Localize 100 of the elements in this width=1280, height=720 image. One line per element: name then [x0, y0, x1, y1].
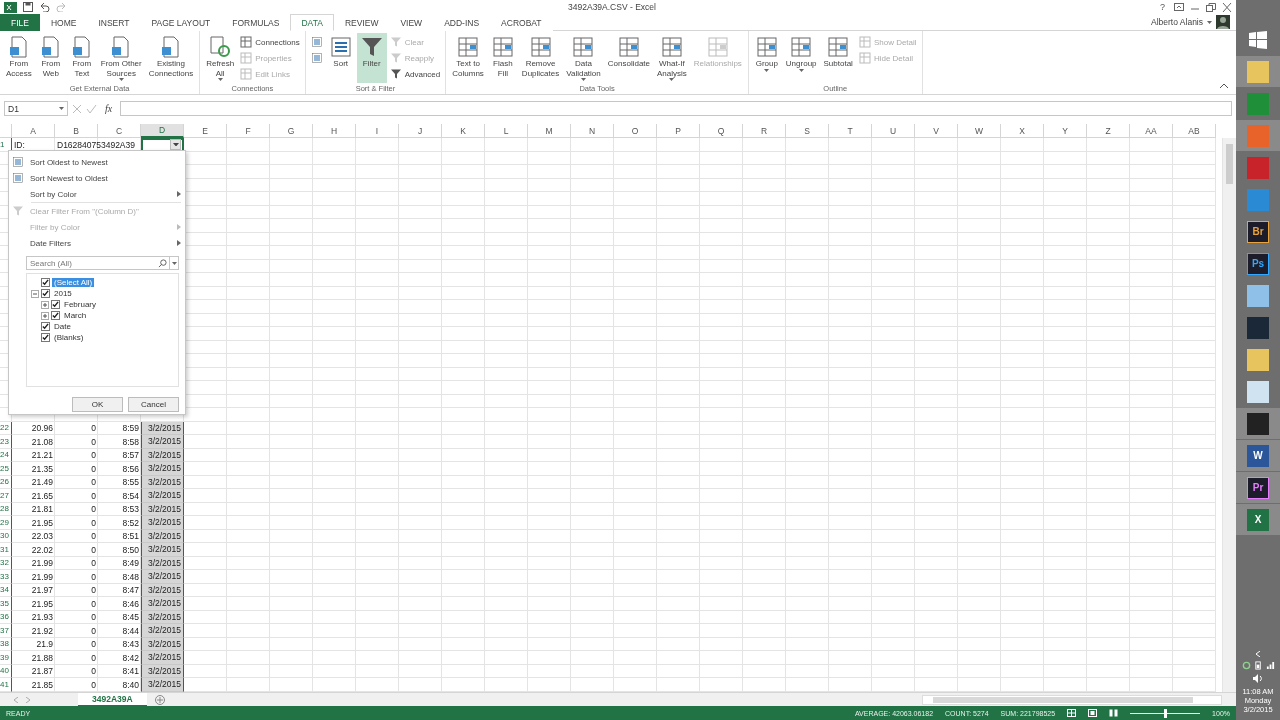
column-header[interactable]: I — [356, 124, 399, 138]
ribbon-button[interactable]: Flash Fill — [487, 33, 518, 83]
row-header[interactable]: 24 — [0, 448, 12, 462]
scrollbar-thumb[interactable] — [1226, 144, 1233, 184]
taskbar-button[interactable]: Ps — [1236, 248, 1280, 279]
row-header[interactable]: 23 — [0, 435, 12, 449]
menu-item[interactable]: Sort by Color — [9, 186, 185, 202]
taskbar-button[interactable] — [1236, 56, 1280, 87]
tree-item-label[interactable]: March — [62, 311, 89, 320]
tree-item-label[interactable]: 2015 — [52, 289, 74, 298]
ribbon-button[interactable]: From Text — [66, 33, 97, 83]
column-header[interactable]: Z — [1087, 124, 1130, 138]
row-header[interactable]: 35 — [0, 597, 12, 611]
taskbar-button[interactable]: W — [1236, 440, 1280, 471]
save-icon[interactable] — [23, 2, 33, 12]
row-header[interactable]: 29 — [0, 516, 12, 530]
ribbon-button[interactable]: What-If Analysis — [654, 33, 690, 83]
tree-item-label[interactable]: February — [62, 300, 98, 309]
row-header[interactable]: 38 — [0, 637, 12, 651]
ribbon-button[interactable]: Refresh All — [203, 33, 238, 83]
checkbox[interactable] — [41, 322, 50, 331]
row-header[interactable]: 32 — [0, 556, 12, 570]
column-header[interactable]: O — [614, 124, 657, 138]
avatar[interactable] — [1216, 15, 1230, 29]
volume-icon[interactable] — [1253, 674, 1263, 683]
ribbon-button[interactable]: Subtotal — [820, 33, 856, 83]
column-header[interactable]: A — [12, 124, 55, 138]
horizontal-scrollbar[interactable] — [922, 694, 1222, 705]
ribbon-button[interactable]: Remove Duplicates — [518, 33, 563, 83]
checkbox[interactable] — [51, 311, 60, 320]
network-icon[interactable] — [1265, 661, 1275, 670]
column-header[interactable]: D — [141, 124, 184, 138]
ok-button[interactable]: OK — [72, 397, 123, 412]
column-header[interactable]: G — [270, 124, 313, 138]
ribbon-button[interactable]: From Other Sources — [97, 33, 145, 83]
ribbon-button[interactable]: Sort — [325, 33, 356, 83]
ribbon-button[interactable]: Consolidate — [604, 33, 653, 83]
insert-function-button[interactable]: fx — [101, 103, 117, 114]
ribbon-button[interactable]: From Access — [3, 33, 35, 83]
row-header[interactable]: 33 — [0, 570, 12, 584]
row-header[interactable]: 30 — [0, 529, 12, 543]
battery-icon[interactable] — [1253, 661, 1263, 670]
checkbox[interactable] — [51, 300, 60, 309]
name-box[interactable]: D1 — [4, 101, 68, 116]
normal-view-icon[interactable] — [1067, 709, 1077, 717]
taskbar-button[interactable]: X — [1236, 504, 1280, 535]
checkbox[interactable] — [41, 278, 50, 287]
menu-item[interactable]: Sort Newest to Oldest — [9, 170, 185, 186]
column-header[interactable]: C — [98, 124, 141, 138]
account-name[interactable]: Alberto Alanis — [1151, 17, 1203, 27]
column-header[interactable]: W — [958, 124, 1001, 138]
column-header[interactable]: V — [915, 124, 958, 138]
row-header[interactable]: 34 — [0, 583, 12, 597]
column-header[interactable]: P — [657, 124, 700, 138]
row-header[interactable]: 40 — [0, 664, 12, 678]
expand-icon[interactable] — [41, 311, 49, 320]
search-field[interactable]: Search (All) — [26, 256, 170, 270]
add-sheet-icon[interactable] — [154, 694, 165, 705]
column-header[interactable]: U — [872, 124, 915, 138]
tree-item-label[interactable]: Date — [52, 322, 73, 331]
ribbon-button[interactable]: Data Validation — [563, 33, 604, 83]
menu-item[interactable]: Sort Oldest to Newest — [9, 154, 185, 170]
search-dropdown-button[interactable] — [170, 256, 179, 270]
column-header[interactable]: N — [571, 124, 614, 138]
ribbon-button[interactable]: Ungroup — [782, 33, 820, 83]
column-header[interactable]: X — [1001, 124, 1044, 138]
sheet-tab[interactable]: 3492A39A — [78, 692, 147, 707]
column-header[interactable]: H — [313, 124, 356, 138]
ribbon-button[interactable]: Existing Connections — [145, 33, 197, 83]
cancel-button[interactable]: Cancel — [128, 397, 179, 412]
ribbon-button[interactable]: From Web — [35, 33, 66, 83]
formula-input[interactable] — [120, 101, 1232, 116]
collapse-ribbon-icon[interactable] — [1220, 83, 1228, 88]
row-header[interactable]: 39 — [0, 651, 12, 665]
taskbar-button[interactable] — [1236, 408, 1280, 439]
column-header[interactable]: Q — [700, 124, 743, 138]
ribbon-tab[interactable]: DATA — [290, 14, 334, 31]
page-layout-icon[interactable] — [1088, 709, 1098, 717]
ribbon-button[interactable]: Text to Columns — [449, 33, 487, 83]
column-header[interactable]: K — [442, 124, 485, 138]
ribbon-button[interactable]: Connections — [238, 35, 302, 49]
sync-icon[interactable] — [1241, 661, 1251, 670]
zoom-thumb[interactable] — [1163, 708, 1167, 718]
undo-icon[interactable] — [39, 2, 50, 12]
column-header[interactable]: M — [528, 124, 571, 138]
close-icon[interactable] — [1222, 2, 1232, 12]
row-header[interactable]: 37 — [0, 624, 12, 638]
column-header[interactable]: F — [227, 124, 270, 138]
filter-dropdown-button[interactable] — [170, 139, 181, 150]
row-header[interactable]: 26 — [0, 475, 12, 489]
column-header[interactable]: Y — [1044, 124, 1087, 138]
vertical-scrollbar[interactable] — [1222, 138, 1236, 692]
column-header[interactable]: T — [829, 124, 872, 138]
column-header[interactable]: R — [743, 124, 786, 138]
taskbar-button[interactable]: Br — [1236, 216, 1280, 247]
help-button[interactable]: ? — [1157, 2, 1168, 12]
tree-item-label[interactable]: (Blanks) — [52, 333, 86, 342]
row-header[interactable]: 25 — [0, 462, 12, 476]
ribbon-button[interactable]: Filter — [356, 33, 387, 83]
page-break-icon[interactable] — [1109, 709, 1119, 717]
